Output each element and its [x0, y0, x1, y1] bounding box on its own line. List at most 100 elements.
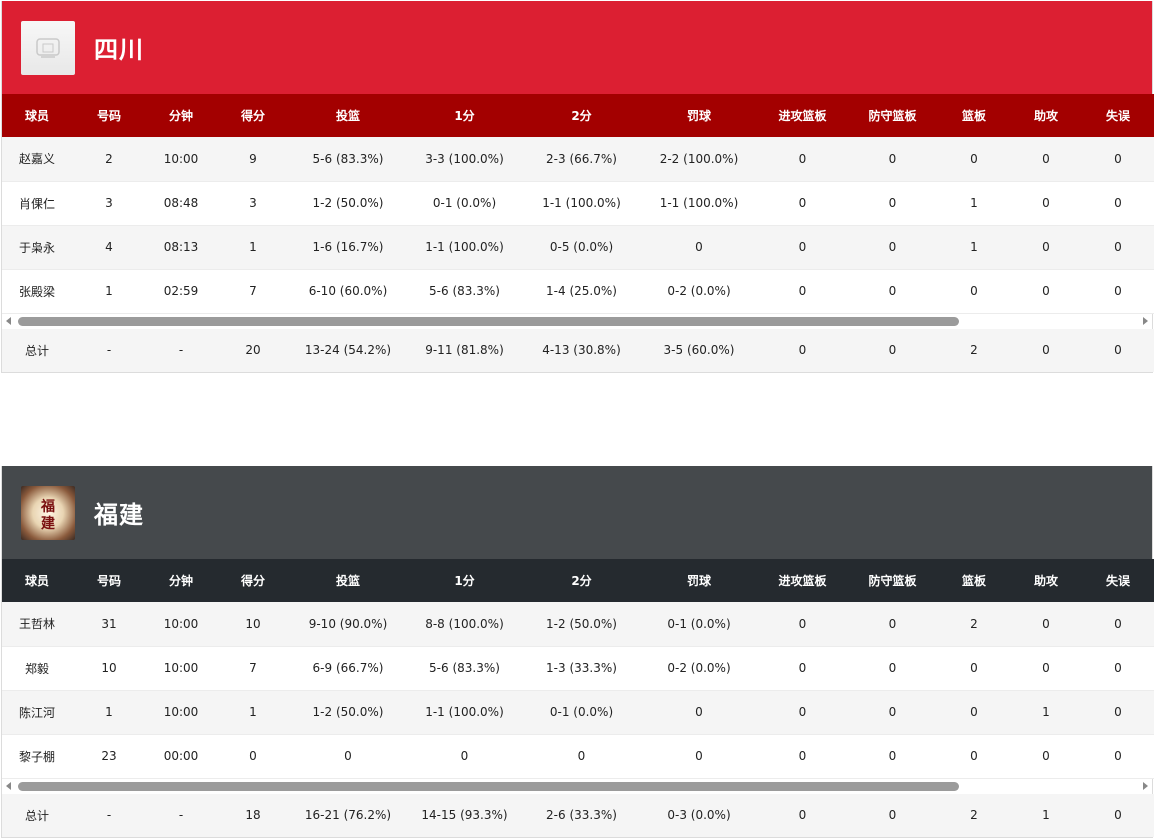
col-oreb: 进攻篮板: [778, 574, 827, 588]
scroll-right-icon[interactable]: [1143, 781, 1148, 790]
col-minutes: 分钟: [168, 574, 193, 588]
total-row: 总计 - - 20 13-24 (54.2%) 9-11 (81.8%) 4-1…: [2, 328, 1154, 372]
col-1pt: 1分: [454, 109, 475, 123]
cell: 0: [1082, 646, 1154, 691]
cell: 0: [847, 269, 938, 314]
cell: 4: [72, 225, 146, 270]
cell: 1: [72, 269, 146, 314]
cell: 5-6 (83.3%): [406, 646, 523, 691]
col-reb: 篮板: [961, 109, 986, 123]
cell: 0: [847, 225, 938, 270]
col-minutes: 分钟: [168, 109, 193, 123]
cell: 00:00: [146, 734, 216, 779]
cell: 10: [216, 602, 290, 647]
cell: 0: [640, 225, 758, 270]
col-reb: 篮板: [961, 574, 986, 588]
cell: 0: [1082, 602, 1154, 647]
total-cell: 16-21 (76.2%): [304, 808, 392, 822]
cell: 0-1 (0.0%): [523, 690, 640, 735]
cell: 7: [216, 269, 290, 314]
player-name[interactable]: 黎子棚: [2, 734, 72, 779]
cell: 1-6 (16.7%): [290, 225, 406, 270]
cell: 0: [758, 602, 847, 647]
cell: 5-6 (83.3%): [406, 269, 523, 314]
total-cell: 14-15 (93.3%): [421, 808, 508, 822]
col-1pt: 1分: [454, 574, 475, 588]
total-row: 总计 - - 18 16-21 (76.2%) 14-15 (93.3%) 2-…: [2, 793, 1154, 837]
cell: 0: [1082, 225, 1154, 270]
player-name[interactable]: 陈江河: [2, 690, 72, 735]
table-row: 赵嘉义 2 10:00 9 5-6 (83.3%) 3-3 (100.0%) 2…: [2, 137, 1154, 182]
cell: 6-9 (66.7%): [290, 646, 406, 691]
scrollbar-thumb[interactable]: [18, 316, 959, 326]
cell: 0: [1010, 137, 1082, 182]
total-cell: -: [106, 343, 112, 357]
table-row: 肖倮仁 3 08:48 3 1-2 (50.0%) 0-1 (0.0%) 1-1…: [2, 181, 1154, 226]
cell: 0: [1082, 269, 1154, 314]
cell: 0: [216, 734, 290, 779]
cell: 0: [406, 734, 523, 779]
total-cell: 2: [970, 343, 978, 357]
total-cell: 20: [245, 343, 261, 357]
table-header-row: 球员 号码 分钟 得分 投篮 1分 2分 罚球 进攻篮板 防守篮板 篮板 助攻 …: [2, 94, 1154, 137]
stats-table: 球员 号码 分钟 得分 投篮 1分 2分 罚球 进攻篮板 防守篮板 篮板 助攻 …: [2, 559, 1154, 779]
horizontal-scrollbar[interactable]: [2, 778, 1152, 794]
player-name[interactable]: 肖倮仁: [2, 181, 72, 226]
table-row: 张殿梁 1 02:59 7 6-10 (60.0%) 5-6 (83.3%) 1…: [2, 269, 1154, 314]
cell: 0: [758, 225, 847, 270]
cell: 0: [938, 269, 1010, 314]
cell: 7: [216, 646, 290, 691]
col-ast: 助攻: [1033, 574, 1058, 588]
team-section-fujian: 福 建 福建 球员 号码 分钟 得分 投篮 1分 2分 罚球 进攻篮板 防守篮板: [1, 466, 1154, 838]
scroll-left-icon[interactable]: [6, 316, 11, 325]
cell: 1: [938, 225, 1010, 270]
cell: 6-10 (60.0%): [290, 269, 406, 314]
player-name[interactable]: 郑毅: [2, 646, 72, 691]
col-player: 球员: [24, 109, 49, 123]
cell: 0: [1082, 690, 1154, 735]
scroll-right-icon[interactable]: [1143, 316, 1148, 325]
cell: 5-6 (83.3%): [290, 137, 406, 182]
total-label: 总计: [24, 343, 49, 358]
col-points: 得分: [240, 574, 265, 588]
cell: 0-1 (0.0%): [406, 181, 523, 226]
cell: 2: [938, 602, 1010, 647]
player-name[interactable]: 王哲林: [2, 602, 72, 647]
cell: 0: [847, 690, 938, 735]
scrollbar-thumb[interactable]: [18, 781, 959, 791]
cell: 10:00: [146, 690, 216, 735]
table-header-row: 球员 号码 分钟 得分 投篮 1分 2分 罚球 进攻篮板 防守篮板 篮板 助攻 …: [2, 559, 1154, 602]
cell: 0: [1082, 137, 1154, 182]
cell: 1-2 (50.0%): [290, 690, 406, 735]
cell: 0: [1010, 181, 1082, 226]
cell: 1: [216, 225, 290, 270]
col-ft: 罚球: [686, 574, 711, 588]
col-dreb: 防守篮板: [868, 109, 917, 123]
cell: 8-8 (100.0%): [406, 602, 523, 647]
cell: 0: [640, 690, 758, 735]
cell: 0-5 (0.0%): [523, 225, 640, 270]
total-cell: 1: [1042, 808, 1050, 822]
team-header: 福 建 福建: [2, 466, 1152, 559]
cell: 1-1 (100.0%): [406, 225, 523, 270]
cell: 02:59: [146, 269, 216, 314]
col-ast: 助攻: [1033, 109, 1058, 123]
player-name[interactable]: 张殿梁: [2, 269, 72, 314]
horizontal-scrollbar[interactable]: [2, 313, 1152, 329]
cell: 1: [1010, 690, 1082, 735]
total-cell: 0: [1042, 343, 1050, 357]
player-name[interactable]: 于枭永: [2, 225, 72, 270]
cell: 0: [938, 137, 1010, 182]
cell: 0: [938, 646, 1010, 691]
svg-text:福: 福: [40, 498, 55, 515]
cell: 10:00: [146, 646, 216, 691]
scroll-left-icon[interactable]: [6, 781, 11, 790]
cell: 1-2 (50.0%): [523, 602, 640, 647]
player-name[interactable]: 赵嘉义: [2, 137, 72, 182]
total-cell: 3-5 (60.0%): [663, 343, 735, 357]
cell: 0: [847, 734, 938, 779]
cell: 2-2 (100.0%): [640, 137, 758, 182]
col-oreb: 进攻篮板: [778, 109, 827, 123]
cell: 0: [1010, 646, 1082, 691]
cell: 3: [216, 181, 290, 226]
